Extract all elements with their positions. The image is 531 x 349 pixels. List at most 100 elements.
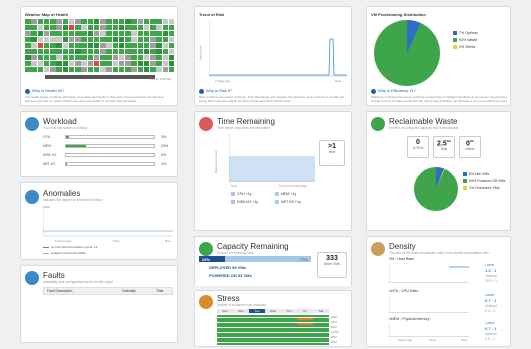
health-tile[interactable] <box>81 19 87 25</box>
health-tile[interactable] <box>37 61 44 67</box>
health-tile[interactable] <box>56 31 62 37</box>
health-tile[interactable] <box>25 31 31 37</box>
health-tile[interactable] <box>112 49 119 55</box>
health-tile[interactable] <box>56 61 62 67</box>
health-tile[interactable] <box>81 43 87 49</box>
health-tile[interactable] <box>25 43 31 49</box>
health-tile[interactable] <box>125 67 131 73</box>
risk-why-link[interactable]: Why is Risk 5? <box>206 88 232 93</box>
health-tile[interactable] <box>150 25 156 31</box>
health-tile[interactable] <box>150 55 156 61</box>
health-tile[interactable] <box>168 37 175 43</box>
health-tile[interactable] <box>43 31 50 37</box>
health-tile[interactable] <box>125 49 131 55</box>
health-tile[interactable] <box>143 31 150 37</box>
stress-cell[interactable] <box>217 342 233 345</box>
health-tile[interactable] <box>118 61 125 67</box>
health-tile[interactable] <box>143 25 150 31</box>
health-tile[interactable] <box>100 43 106 49</box>
health-tile[interactable] <box>56 25 62 31</box>
health-tile[interactable] <box>112 61 119 67</box>
health-tile[interactable] <box>68 55 75 61</box>
health-tile[interactable] <box>68 19 75 25</box>
health-tile[interactable] <box>125 61 131 67</box>
health-tile[interactable] <box>125 31 131 37</box>
health-tile[interactable] <box>37 55 44 61</box>
health-tile[interactable] <box>106 37 112 43</box>
health-tile[interactable] <box>43 55 50 61</box>
health-tile[interactable] <box>75 19 81 25</box>
health-tile[interactable] <box>156 19 162 25</box>
health-tile[interactable] <box>137 67 144 73</box>
health-tile[interactable] <box>150 19 156 25</box>
health-tile[interactable] <box>100 61 106 67</box>
health-tile[interactable] <box>56 55 62 61</box>
stress-heatmap[interactable] <box>217 315 329 345</box>
health-tile[interactable] <box>43 49 50 55</box>
health-tile[interactable] <box>31 67 37 73</box>
health-tile[interactable] <box>62 49 69 55</box>
health-tile[interactable] <box>131 19 137 25</box>
health-tile[interactable] <box>143 43 150 49</box>
health-tile[interactable] <box>143 49 150 55</box>
health-tile[interactable] <box>81 37 87 43</box>
health-tile[interactable] <box>125 37 131 43</box>
health-tile[interactable] <box>150 37 156 43</box>
health-tile[interactable] <box>156 61 162 67</box>
faults-col-description[interactable]: Fault Description <box>47 289 72 293</box>
health-tile[interactable] <box>150 67 156 73</box>
health-tile[interactable] <box>75 37 81 43</box>
health-tile[interactable] <box>162 55 169 61</box>
health-tile[interactable] <box>131 43 137 49</box>
health-tile[interactable] <box>156 37 162 43</box>
health-tile[interactable] <box>93 19 100 25</box>
health-tile[interactable] <box>62 25 69 31</box>
faults-col-criticality[interactable]: Criticality <box>122 289 136 293</box>
health-info-icon[interactable] <box>25 89 30 94</box>
health-tile[interactable] <box>162 67 169 73</box>
efficiency-info-icon[interactable] <box>371 89 376 94</box>
health-tile[interactable] <box>137 55 144 61</box>
health-tile[interactable] <box>118 43 125 49</box>
health-tile[interactable] <box>131 37 137 43</box>
health-tile[interactable] <box>156 67 162 73</box>
risk-chart[interactable] <box>209 21 347 77</box>
waste-disk-box[interactable]: 2.5Gb Disk <box>433 136 455 158</box>
health-tile[interactable] <box>62 61 69 67</box>
health-tile[interactable] <box>81 49 87 55</box>
health-tile[interactable] <box>62 37 69 43</box>
health-why-link[interactable]: Why is Health 90? <box>32 88 64 93</box>
health-tile[interactable] <box>43 67 50 73</box>
health-tile[interactable] <box>118 49 125 55</box>
faults-col-time[interactable]: Time <box>156 289 163 293</box>
stress-cell[interactable] <box>265 342 281 345</box>
efficiency-pie[interactable] <box>373 19 441 87</box>
health-tile[interactable] <box>156 49 162 55</box>
health-tile[interactable] <box>93 67 100 73</box>
health-tile[interactable] <box>156 25 162 31</box>
health-tile[interactable] <box>31 55 37 61</box>
health-tile[interactable] <box>168 31 175 37</box>
health-tile[interactable] <box>137 25 144 31</box>
health-tile[interactable] <box>93 43 100 49</box>
waste-vmem-box[interactable]: 0Gb vMem <box>459 136 481 158</box>
health-tile[interactable] <box>50 31 56 37</box>
health-tile[interactable] <box>137 19 144 25</box>
health-tile[interactable] <box>118 67 125 73</box>
health-tile[interactable] <box>43 25 50 31</box>
health-tile[interactable] <box>31 49 37 55</box>
health-tile[interactable] <box>168 49 175 55</box>
health-tile[interactable] <box>31 37 37 43</box>
health-tile[interactable] <box>37 37 44 43</box>
health-tile[interactable] <box>112 31 119 37</box>
health-tile[interactable] <box>93 37 100 43</box>
health-tile[interactable] <box>150 61 156 67</box>
health-tile[interactable] <box>37 49 44 55</box>
health-tile[interactable] <box>156 43 162 49</box>
health-tile[interactable] <box>43 61 50 67</box>
health-tile[interactable] <box>106 49 112 55</box>
health-tile[interactable] <box>137 31 144 37</box>
health-tile[interactable] <box>81 25 87 31</box>
health-tile[interactable] <box>118 19 125 25</box>
health-tile[interactable] <box>75 25 81 31</box>
